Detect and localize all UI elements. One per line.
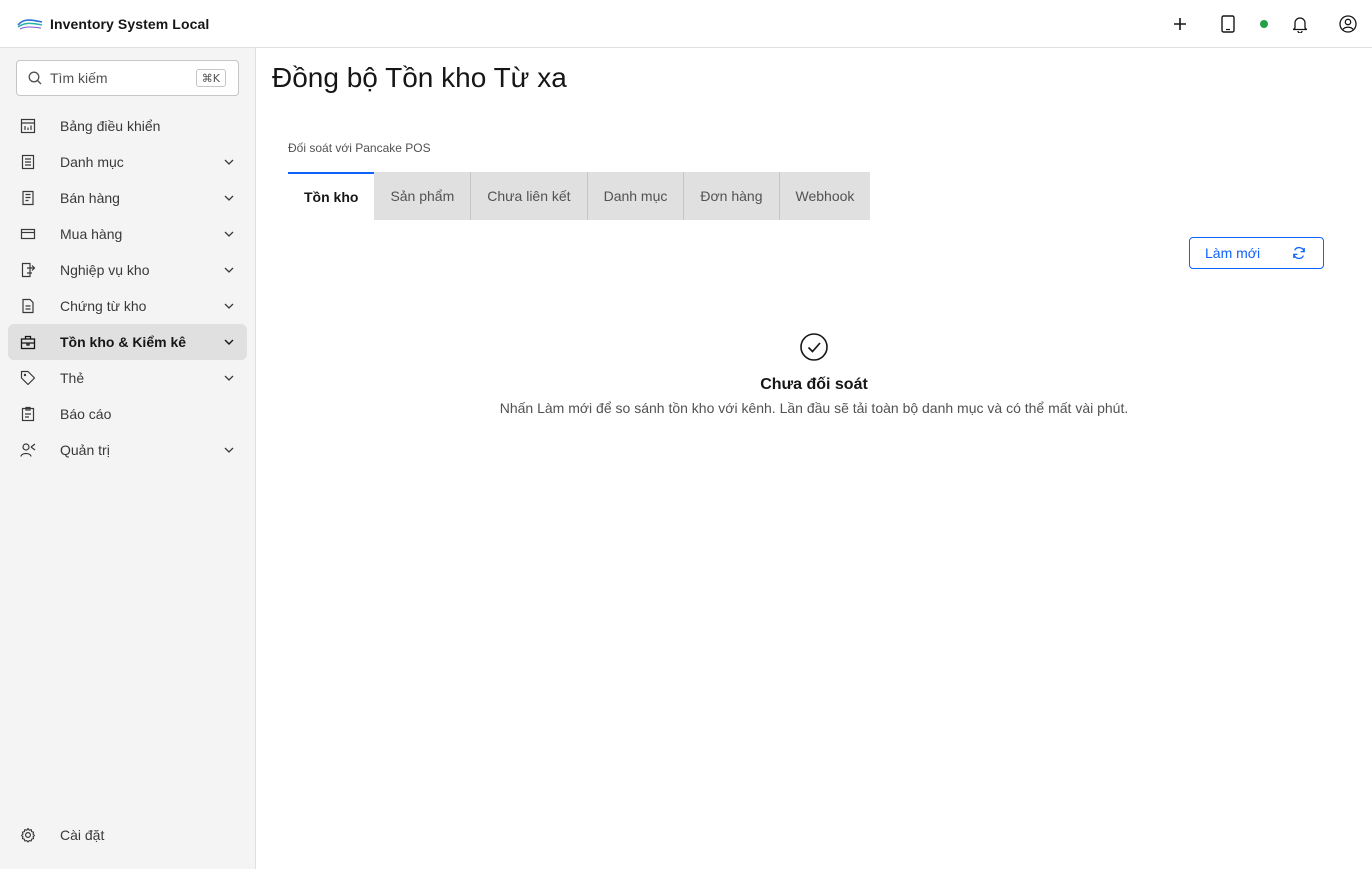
tablet-icon: [1221, 15, 1235, 33]
device-button[interactable]: [1204, 0, 1252, 48]
tab-inventory[interactable]: Tồn kho: [288, 172, 375, 220]
main-content: Đồng bộ Tồn kho Từ xa Đối soát với Panca…: [256, 48, 1372, 869]
catalog-icon: [20, 154, 36, 170]
sidebar-item-label: Bảng điều khiển: [60, 118, 161, 134]
top-header: Inventory System Local: [0, 0, 1372, 48]
page-subtitle: Đối soát với Pancake POS: [288, 141, 431, 155]
search-shortcut: ⌘K: [195, 69, 226, 87]
sidebar: Tìm kiếm ⌘K Bảng điều khiển Danh mục Bán…: [0, 48, 256, 869]
sidebar-nav: Bảng điều khiển Danh mục Bán hàng Mua hà…: [8, 108, 247, 468]
chevron-down-icon: [223, 336, 235, 348]
search-input[interactable]: Tìm kiếm ⌘K: [16, 60, 239, 96]
refresh-button-label: Làm mới: [1205, 245, 1261, 261]
chevron-down-icon: [223, 228, 235, 240]
sidebar-item-label: Mua hàng: [60, 226, 123, 242]
user-avatar-icon: [1339, 15, 1357, 33]
sidebar-item-warehouse-documents[interactable]: Chứng từ kho: [8, 288, 247, 324]
tag-icon: [20, 370, 36, 386]
inventory-icon: [20, 334, 36, 350]
search-icon: [28, 71, 42, 85]
sidebar-item-admin[interactable]: Quản trị: [8, 432, 247, 468]
tab-products[interactable]: Sản phẩm: [374, 172, 471, 220]
sidebar-item-warehouse-ops[interactable]: Nghiệp vụ kho: [8, 252, 247, 288]
sidebar-item-purchasing[interactable]: Mua hàng: [8, 216, 247, 252]
status-dot: [1260, 20, 1268, 28]
sidebar-item-label: Thẻ: [60, 370, 85, 386]
empty-state: Chưa đối soát Nhấn Làm mới để so sánh tồ…: [256, 332, 1372, 416]
sidebar-item-label: Bán hàng: [60, 190, 120, 206]
checkmark-circle-icon: [800, 333, 828, 361]
connection-status: [1252, 0, 1276, 48]
chevron-down-icon: [223, 156, 235, 168]
sidebar-item-label: Báo cáo: [60, 406, 112, 422]
sidebar-settings: Cài đặt: [8, 817, 247, 853]
user-menu-button[interactable]: [1324, 0, 1372, 48]
dashboard-icon: [20, 118, 36, 134]
tab-categories[interactable]: Danh mục: [586, 172, 684, 220]
brand[interactable]: Inventory System Local: [0, 16, 209, 32]
page-title: Đồng bộ Tồn kho Từ xa: [272, 62, 567, 93]
refresh-button[interactable]: Làm mới: [1189, 237, 1324, 269]
tab-unlinked[interactable]: Chưa liên kết: [470, 172, 587, 220]
refresh-icon: [1292, 246, 1306, 260]
sidebar-item-catalog[interactable]: Danh mục: [8, 144, 247, 180]
sidebar-item-label: Tồn kho & Kiểm kê: [60, 334, 187, 350]
report-icon: [20, 406, 36, 422]
chevron-down-icon: [223, 300, 235, 312]
app-title: Inventory System Local: [50, 15, 210, 32]
sidebar-item-label: Nghiệp vụ kho: [60, 262, 150, 278]
chevron-down-icon: [223, 372, 235, 384]
add-button[interactable]: [1156, 0, 1204, 48]
sidebar-item-settings[interactable]: Cài đặt: [8, 817, 247, 853]
gear-icon: [20, 827, 36, 843]
search-placeholder: Tìm kiếm: [50, 70, 108, 86]
bell-icon: [1292, 17, 1308, 33]
sidebar-item-label: Quản trị: [60, 442, 110, 458]
sidebar-item-inventory[interactable]: Tồn kho & Kiểm kê: [8, 324, 247, 360]
admin-user-icon: [20, 442, 36, 458]
plus-icon: [1174, 18, 1186, 30]
document-icon: [20, 298, 36, 314]
chevron-down-icon: [223, 192, 235, 204]
tab-orders[interactable]: Đơn hàng: [683, 172, 779, 220]
empty-state-title: Chưa đối soát: [760, 376, 868, 393]
app-logo-icon: [17, 18, 43, 29]
sidebar-item-label: Danh mục: [60, 154, 124, 170]
sidebar-item-tags[interactable]: Thẻ: [8, 360, 247, 396]
empty-state-description: Nhấn Làm mới để so sánh tồn kho với kênh…: [499, 400, 1129, 416]
sidebar-item-dashboard[interactable]: Bảng điều khiển: [8, 108, 247, 144]
notifications-button[interactable]: [1276, 0, 1324, 48]
header-actions: [1156, 0, 1372, 48]
sidebar-item-label: Chứng từ kho: [60, 298, 147, 314]
receipt-icon: [20, 190, 36, 206]
sidebar-item-reports[interactable]: Báo cáo: [8, 396, 247, 432]
tab-list: Tồn kho Sản phẩm Chưa liên kết Danh mục …: [288, 172, 871, 220]
chevron-down-icon: [223, 264, 235, 276]
settings-label: Cài đặt: [60, 827, 105, 843]
sidebar-item-sales[interactable]: Bán hàng: [8, 180, 247, 216]
warehouse-transfer-icon: [20, 262, 36, 278]
chevron-down-icon: [223, 444, 235, 456]
tab-webhook[interactable]: Webhook: [778, 172, 871, 220]
credit-card-icon: [20, 226, 36, 242]
